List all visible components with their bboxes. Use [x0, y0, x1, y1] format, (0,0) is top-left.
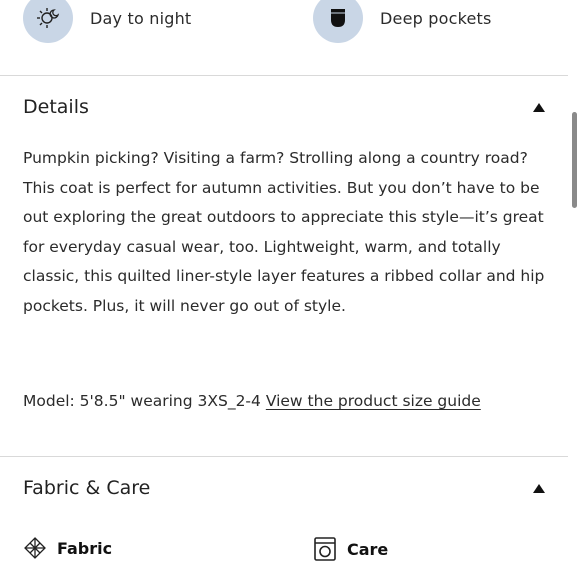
- feature-deep-pockets: Deep pockets: [313, 0, 492, 43]
- pocket-icon: [313, 0, 363, 43]
- feature-day-to-night: Day to night: [23, 0, 191, 43]
- collapse-caret-icon[interactable]: [533, 102, 545, 112]
- fabric-label: Fabric: [57, 538, 113, 558]
- details-header[interactable]: Details: [23, 96, 553, 118]
- divider: [0, 75, 568, 76]
- feature-label: Deep pockets: [380, 8, 492, 28]
- collapse-caret-icon[interactable]: [533, 483, 545, 493]
- care-label: Care: [347, 539, 389, 559]
- feature-row: Day to night Deep pockets: [0, 0, 580, 75]
- fabric-icon: [24, 537, 46, 559]
- day-night-icon: [23, 0, 73, 43]
- care-item[interactable]: Care: [313, 536, 388, 562]
- feature-label: Day to night: [90, 8, 192, 28]
- washer-icon: [314, 537, 336, 561]
- model-text: Model: 5'8.5" wearing 3XS_2-4: [23, 392, 261, 410]
- details-title: Details: [23, 96, 89, 118]
- scrollbar[interactable]: [572, 112, 577, 208]
- fabric-care-title: Fabric & Care: [23, 477, 151, 499]
- fabric-care-row: Fabric Care: [23, 536, 563, 566]
- model-info: Model: 5'8.5" wearing 3XS_2-4 View the p…: [23, 392, 481, 410]
- fabric-item[interactable]: Fabric: [23, 536, 112, 560]
- size-guide-link[interactable]: View the product size guide: [266, 392, 481, 410]
- product-description: Pumpkin picking? Visiting a farm? Stroll…: [23, 149, 545, 315]
- fabric-care-header[interactable]: Fabric & Care: [23, 477, 553, 499]
- divider: [0, 456, 568, 457]
